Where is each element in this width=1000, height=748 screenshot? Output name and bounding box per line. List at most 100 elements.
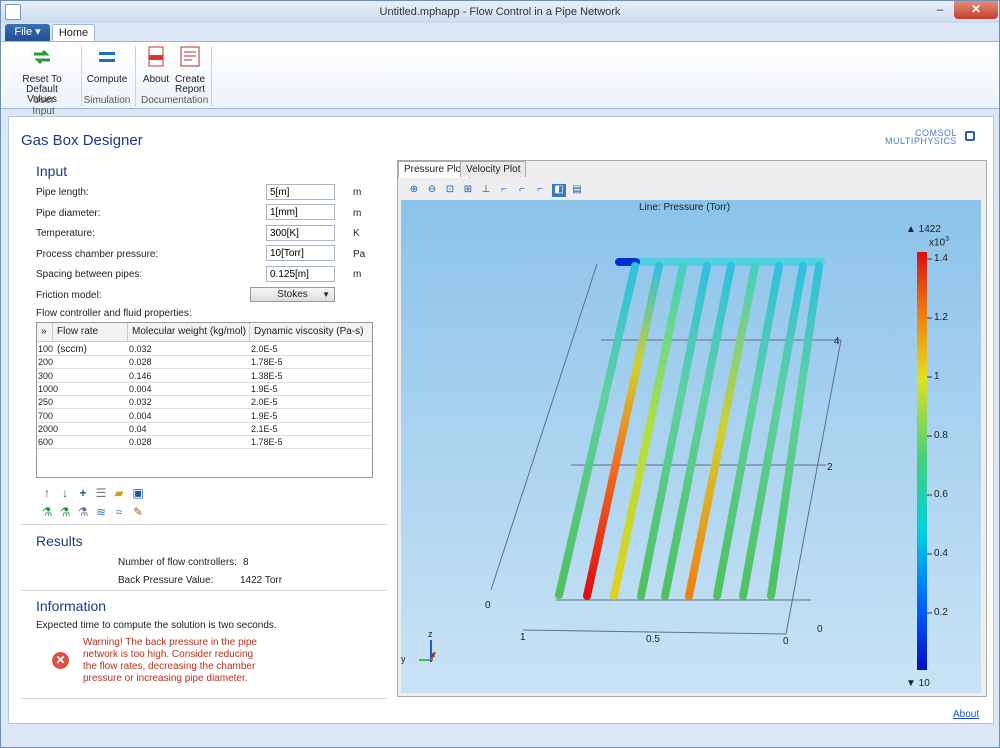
colorbar-min: ▼ 10	[906, 678, 930, 689]
table-cell[interactable]: 2.0E-5	[250, 343, 278, 356]
table-cell[interactable]: 300	[37, 370, 53, 383]
pipe-length-label: Pipe length:	[36, 187, 89, 198]
table-row[interactable]: 100 0.032 2.0E-5	[37, 343, 372, 356]
warning-line: pressure or increasing pipe diameter.	[83, 673, 248, 684]
comsol-logo-icon	[965, 131, 975, 141]
flow-icon-2[interactable]: ≈	[112, 505, 126, 519]
table-cell[interactable]: 0.028	[128, 436, 152, 449]
colorbar-exponent: x103	[929, 236, 949, 248]
table-cell[interactable]: 200	[37, 356, 53, 369]
results-heading: Results	[36, 533, 83, 549]
table-cell[interactable]: 600	[37, 436, 53, 449]
friction-model-select[interactable]: Stokes ▼	[250, 287, 335, 302]
flow-icon-1[interactable]: ≋	[94, 505, 108, 519]
table-row[interactable]: 200 0.028 1.78E-5	[37, 356, 372, 370]
table-cell[interactable]: 100	[37, 343, 53, 356]
table-cell[interactable]: 0.032	[128, 396, 152, 409]
colorbar	[917, 252, 927, 670]
table-cell[interactable]: 0.028	[128, 356, 152, 369]
close-icon[interactable]: ✕	[954, 1, 998, 19]
table-row[interactable]: 250 0.032 2.0E-5	[37, 396, 372, 410]
pipe-length-field[interactable]	[266, 184, 335, 200]
view-default-icon[interactable]: ⊥	[479, 184, 493, 197]
minimize-icon[interactable]: –	[927, 1, 953, 19]
pipe-diameter-field[interactable]	[266, 204, 335, 220]
table-cell[interactable]: 2000	[37, 423, 58, 436]
temperature-field[interactable]	[266, 225, 335, 241]
camera-icon[interactable]: ◧	[552, 184, 566, 197]
move-up-icon[interactable]: ↑	[40, 486, 54, 500]
open-file-icon[interactable]: ▰	[112, 486, 126, 500]
chamber-pressure-field[interactable]	[266, 245, 335, 261]
about-button[interactable]: About	[141, 46, 171, 85]
zoom-in-icon[interactable]: ⊕	[407, 184, 421, 197]
controller-count-label: Number of flow controllers:	[118, 557, 237, 568]
reset-icon	[34, 49, 50, 65]
view-zx-icon[interactable]: ⌐	[533, 184, 547, 197]
about-link[interactable]: About	[953, 709, 979, 720]
table-row[interactable]: 600 0.028 1.78E-5	[37, 436, 372, 450]
flow-table[interactable]: » Flow rate (sccm) Molecular weight (kg/…	[36, 322, 373, 478]
print-icon[interactable]: ▤	[570, 184, 584, 197]
spacing-field[interactable]	[266, 266, 335, 282]
table-cell[interactable]: 700	[37, 410, 53, 423]
back-pressure-label: Back Pressure Value:	[118, 575, 214, 586]
friction-model-value: Stokes	[277, 289, 308, 300]
table-cell[interactable]: 1000	[37, 383, 58, 396]
table-cell[interactable]: 250	[37, 396, 53, 409]
col-flow-rate[interactable]: Flow rate (sccm)	[53, 323, 128, 355]
brush-icon[interactable]: ✎	[131, 505, 145, 519]
table-row[interactable]: 2000 0.04 2.1E-5	[37, 423, 372, 436]
graphics-window[interactable]: Line: Pressure (Torr) ▲ 1422 x103 ▼ 10 1…	[401, 200, 981, 693]
delete-row-icon[interactable]: ☰	[94, 486, 108, 500]
view-xy-icon[interactable]: ⌐	[497, 184, 511, 197]
table-row[interactable]: 1000 0.004 1.9E-5	[37, 383, 372, 396]
save-icon[interactable]: ▣	[131, 486, 145, 500]
table-cell[interactable]: 1.9E-5	[250, 383, 278, 396]
axis-label: 0	[783, 636, 789, 647]
table-cell[interactable]: 0.032	[128, 343, 152, 356]
compute-button[interactable]: Compute	[86, 46, 128, 85]
flask-icon-3[interactable]: ⚗	[76, 505, 90, 519]
axis-label: 0	[817, 624, 823, 635]
app-icon[interactable]	[5, 4, 21, 20]
add-row-icon[interactable]: +	[76, 486, 90, 500]
axis-label: 0	[485, 600, 491, 611]
flask-icon-2[interactable]: ⚗	[58, 505, 72, 519]
table-cell[interactable]: 0.04	[128, 423, 147, 436]
colorbar-tick: 0.6	[934, 489, 948, 500]
table-cell[interactable]: 0.004	[128, 410, 152, 423]
tab-velocity-plot[interactable]: Velocity Plot	[460, 161, 527, 177]
flask-icon-1[interactable]: ⚗	[40, 505, 54, 519]
table-cell[interactable]: 2.1E-5	[250, 423, 278, 436]
plot-title: Line: Pressure (Torr)	[639, 202, 731, 213]
table-row[interactable]: 300 0.146 1.38E-5	[37, 370, 372, 383]
table-corner[interactable]: »	[37, 323, 53, 342]
axis-label: 1	[520, 632, 526, 643]
ribbon-separator	[135, 46, 136, 106]
col-molecular-weight[interactable]: Molecular weight (kg/mol)	[128, 323, 250, 342]
table-cell[interactable]: 1.38E-5	[250, 370, 283, 383]
table-cell[interactable]: 0.146	[128, 370, 152, 383]
app-window: Untitled.mphapp - Flow Control in a Pipe…	[0, 0, 1000, 748]
back-pressure-value: 1422 Torr	[240, 575, 283, 586]
zoom-extents-icon[interactable]: ⊞	[461, 184, 475, 197]
colorbar-exp-sup: 3	[945, 236, 950, 243]
table-row[interactable]: 700 0.004 1.9E-5	[37, 410, 372, 423]
create-report-button[interactable]: Create Report	[174, 46, 206, 95]
view-yz-icon[interactable]: ⌐	[515, 184, 529, 197]
file-menu[interactable]: File ▾	[5, 24, 50, 42]
table-cell[interactable]: 1.9E-5	[250, 410, 278, 423]
table-cell[interactable]: 2.0E-5	[250, 396, 278, 409]
table-cell[interactable]: 1.78E-5	[250, 356, 283, 369]
table-cell[interactable]: 0.004	[128, 383, 152, 396]
pipe-diameter-unit: m	[353, 208, 362, 219]
col-viscosity[interactable]: Dynamic viscosity (Pa-s)	[250, 323, 372, 342]
zoom-box-icon[interactable]: ⊡	[443, 184, 457, 197]
input-heading: Input	[36, 163, 68, 179]
move-down-icon[interactable]: ↓	[58, 486, 72, 500]
table-cell[interactable]: 1.78E-5	[250, 436, 283, 449]
ribbon-separator	[211, 46, 212, 106]
information-heading: Information	[36, 598, 107, 614]
zoom-out-icon[interactable]: ⊖	[425, 184, 439, 197]
